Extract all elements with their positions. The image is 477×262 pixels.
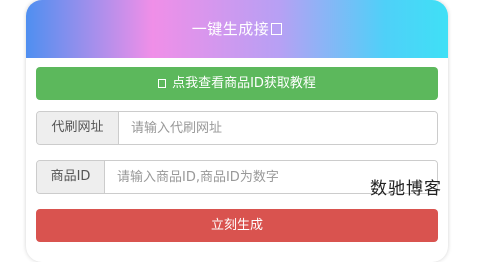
placeholder-box-icon	[271, 23, 283, 35]
generate-button[interactable]: 立刻生成	[36, 209, 438, 242]
product-id-label: 商品ID	[37, 161, 105, 193]
info-box-icon	[158, 79, 167, 88]
proxy-url-label: 代刷网址	[37, 112, 119, 144]
panel-title: 一键生成接	[191, 20, 270, 38]
panel-header: 一键生成接	[26, 0, 448, 58]
proxy-url-group: 代刷网址	[36, 111, 438, 145]
tutorial-button[interactable]: 点我查看商品ID获取教程	[36, 67, 438, 100]
generator-panel: 一键生成接 点我查看商品ID获取教程 代刷网址 商品ID 立刻生成	[26, 0, 448, 262]
tutorial-button-label: 点我查看商品ID获取教程	[172, 76, 316, 91]
proxy-url-input[interactable]	[119, 112, 437, 144]
watermark: 数驰博客	[370, 179, 442, 199]
generate-button-label: 立刻生成	[210, 218, 263, 233]
